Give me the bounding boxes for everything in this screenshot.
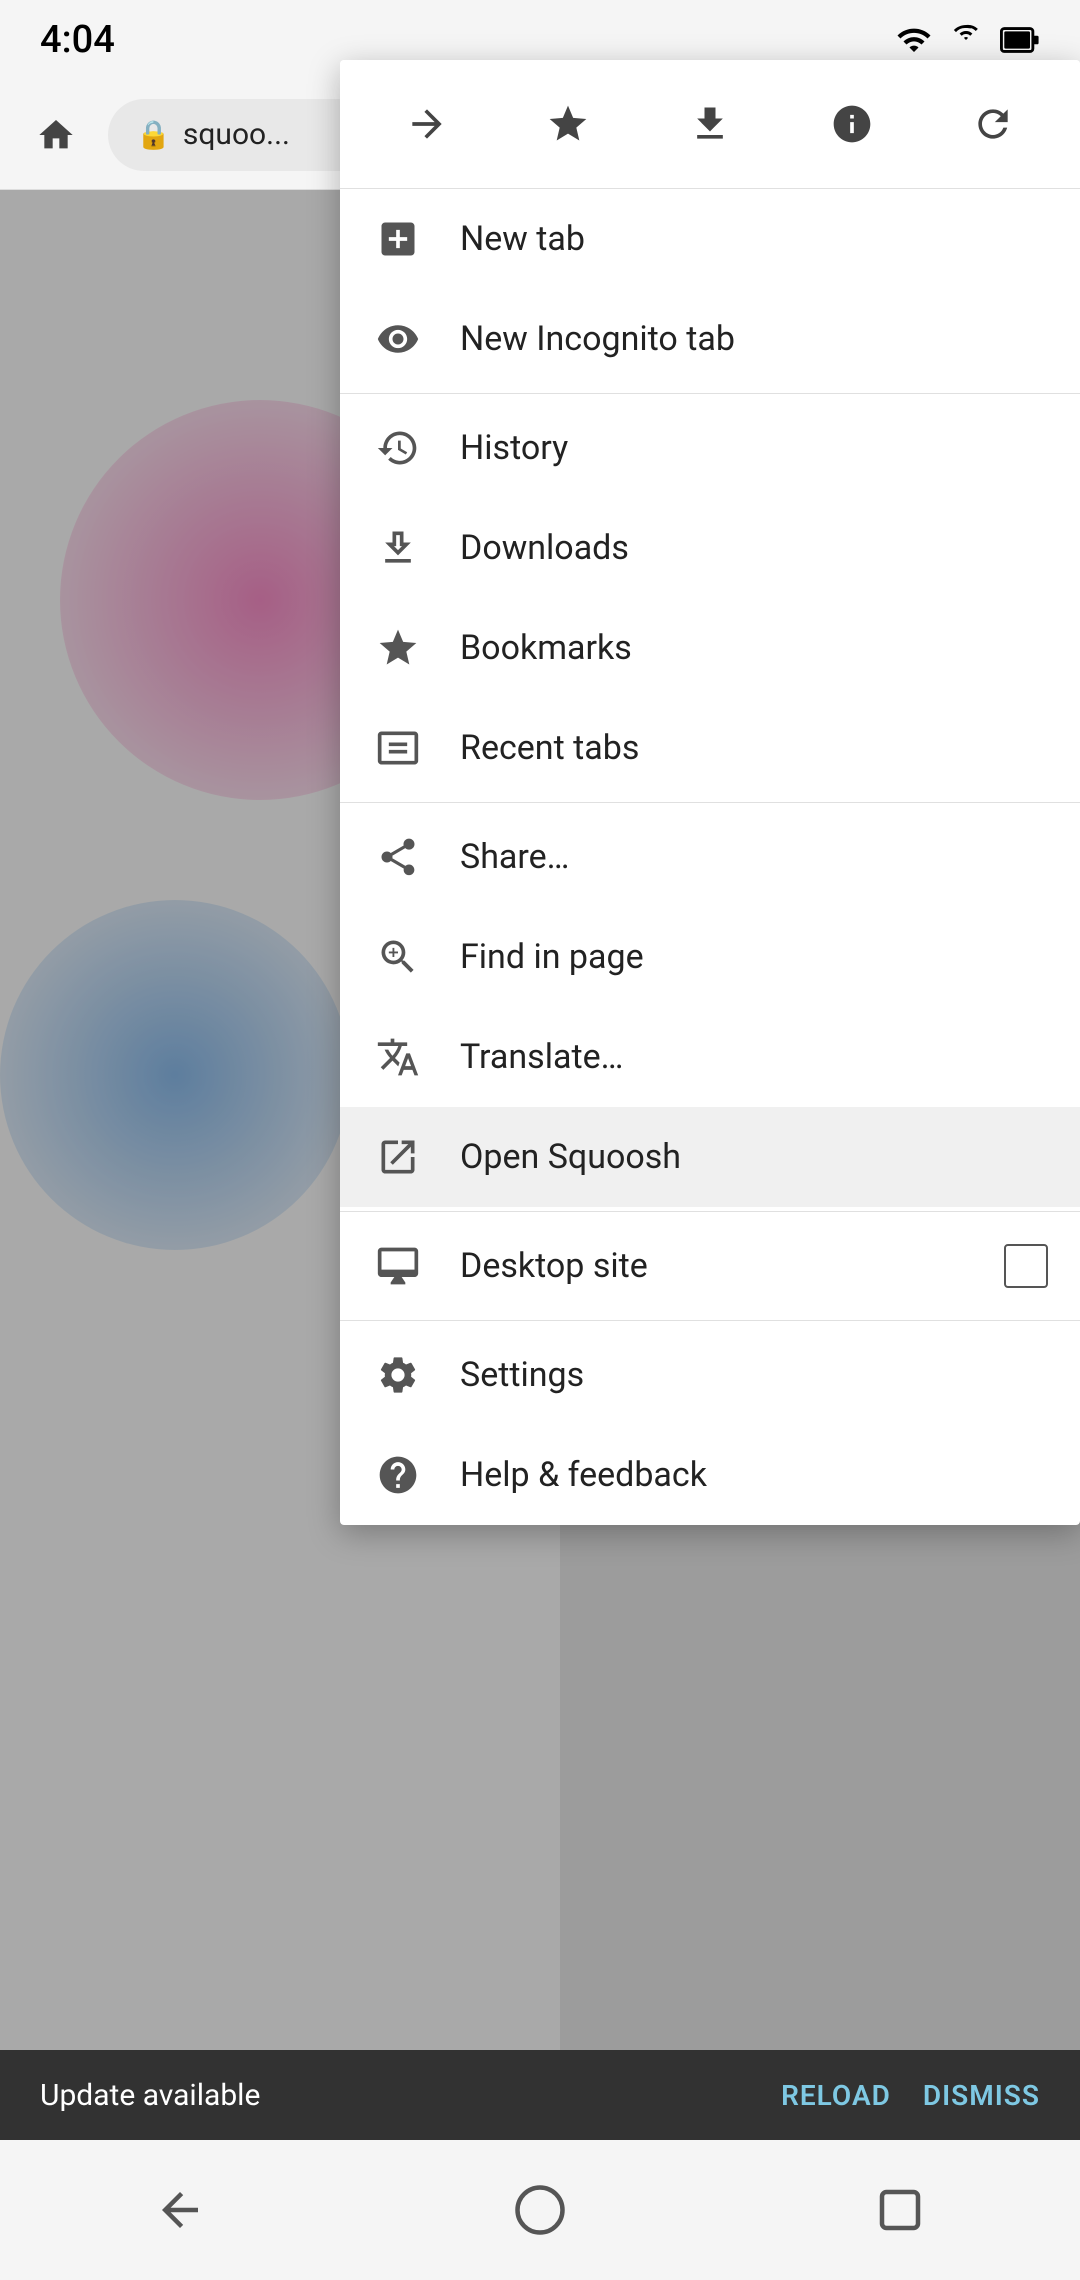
menu-item-label-settings: Settings (460, 1355, 1048, 1395)
desktop-icon (372, 1240, 424, 1292)
translate-icon (372, 1031, 424, 1083)
share-icon (372, 831, 424, 883)
menu-item-recent-tabs[interactable]: Recent tabs (340, 698, 1080, 798)
menu-item-downloads[interactable]: Downloads (340, 498, 1080, 598)
address-text: squoo... (183, 117, 290, 152)
menu-item-history[interactable]: History (340, 398, 1080, 498)
home-nav-button[interactable] (490, 2160, 590, 2260)
menu-item-desktop-site[interactable]: Desktop site (340, 1216, 1080, 1316)
menu-item-label-history: History (460, 428, 1048, 468)
menu-item-find-in-page[interactable]: Find in page (340, 907, 1080, 1007)
update-message: Update available (40, 2078, 260, 2113)
nav-bar (0, 2140, 1080, 2280)
menu-item-bookmarks[interactable]: Bookmarks (340, 598, 1080, 698)
menu-item-label-help-feedback: Help & feedback (460, 1455, 1048, 1495)
menu-item-new-incognito-tab[interactable]: New Incognito tab (340, 289, 1080, 389)
download-button[interactable] (670, 84, 750, 164)
status-time: 4:04 (40, 18, 115, 62)
help-icon (372, 1449, 424, 1501)
menu-item-label-new-tab: New tab (460, 219, 1048, 259)
downloads-icon (372, 522, 424, 574)
reload-button[interactable]: RELOAD (781, 2079, 891, 2112)
menu-top-bar (340, 60, 1080, 189)
bookmark-button[interactable] (528, 84, 608, 164)
home-button[interactable] (20, 99, 92, 171)
bookmarks-icon (372, 622, 424, 674)
refresh-button[interactable] (953, 84, 1033, 164)
divider-after-open-squoosh (340, 1211, 1080, 1212)
divider-after-desktop-site (340, 1320, 1080, 1321)
menu-item-share[interactable]: Share… (340, 807, 1080, 907)
menu-item-open-squoosh[interactable]: Open Squoosh (340, 1107, 1080, 1207)
update-banner: Update available RELOAD DISMISS (0, 2050, 1080, 2140)
recent-tabs-icon (372, 722, 424, 774)
divider-after-new-incognito-tab (340, 393, 1080, 394)
lock-icon: 🔒 (136, 118, 171, 151)
menu-item-label-bookmarks: Bookmarks (460, 628, 1048, 668)
settings-icon (372, 1349, 424, 1401)
incognito-icon (372, 313, 424, 365)
recent-nav-button[interactable] (850, 2160, 950, 2260)
status-icons (896, 22, 1040, 58)
menu-item-label-find-in-page: Find in page (460, 937, 1048, 977)
menu-item-label-translate: Translate… (460, 1037, 1048, 1077)
new-tab-icon (372, 213, 424, 265)
menu-item-help-feedback[interactable]: Help & feedback (340, 1425, 1080, 1525)
open-app-icon (372, 1131, 424, 1183)
menu-item-new-tab[interactable]: New tab (340, 189, 1080, 289)
dismiss-button[interactable]: DISMISS (923, 2079, 1040, 2112)
menu-item-label-downloads: Downloads (460, 528, 1048, 568)
forward-button[interactable] (387, 84, 467, 164)
desktop-site-checkbox[interactable] (1004, 1244, 1048, 1288)
history-icon (372, 422, 424, 474)
info-button[interactable] (812, 84, 892, 164)
dropdown-menu: New tab New Incognito tab History Downloads… (340, 60, 1080, 1525)
divider-after-recent-tabs (340, 802, 1080, 803)
wifi-icon (948, 22, 984, 58)
menu-item-label-share: Share… (460, 837, 1048, 877)
find-icon (372, 931, 424, 983)
update-actions: RELOAD DISMISS (781, 2079, 1040, 2112)
signal-icon (896, 22, 932, 58)
battery-icon (1000, 22, 1040, 58)
menu-item-label-new-incognito-tab: New Incognito tab (460, 319, 1048, 359)
back-nav-button[interactable] (130, 2160, 230, 2260)
menu-item-translate[interactable]: Translate… (340, 1007, 1080, 1107)
menu-item-label-recent-tabs: Recent tabs (460, 728, 1048, 768)
menu-items-container: New tab New Incognito tab History Downloads… (340, 189, 1080, 1525)
menu-item-label-open-squoosh: Open Squoosh (460, 1137, 1048, 1177)
menu-item-label-desktop-site: Desktop site (460, 1246, 968, 1286)
menu-item-settings[interactable]: Settings (340, 1325, 1080, 1425)
